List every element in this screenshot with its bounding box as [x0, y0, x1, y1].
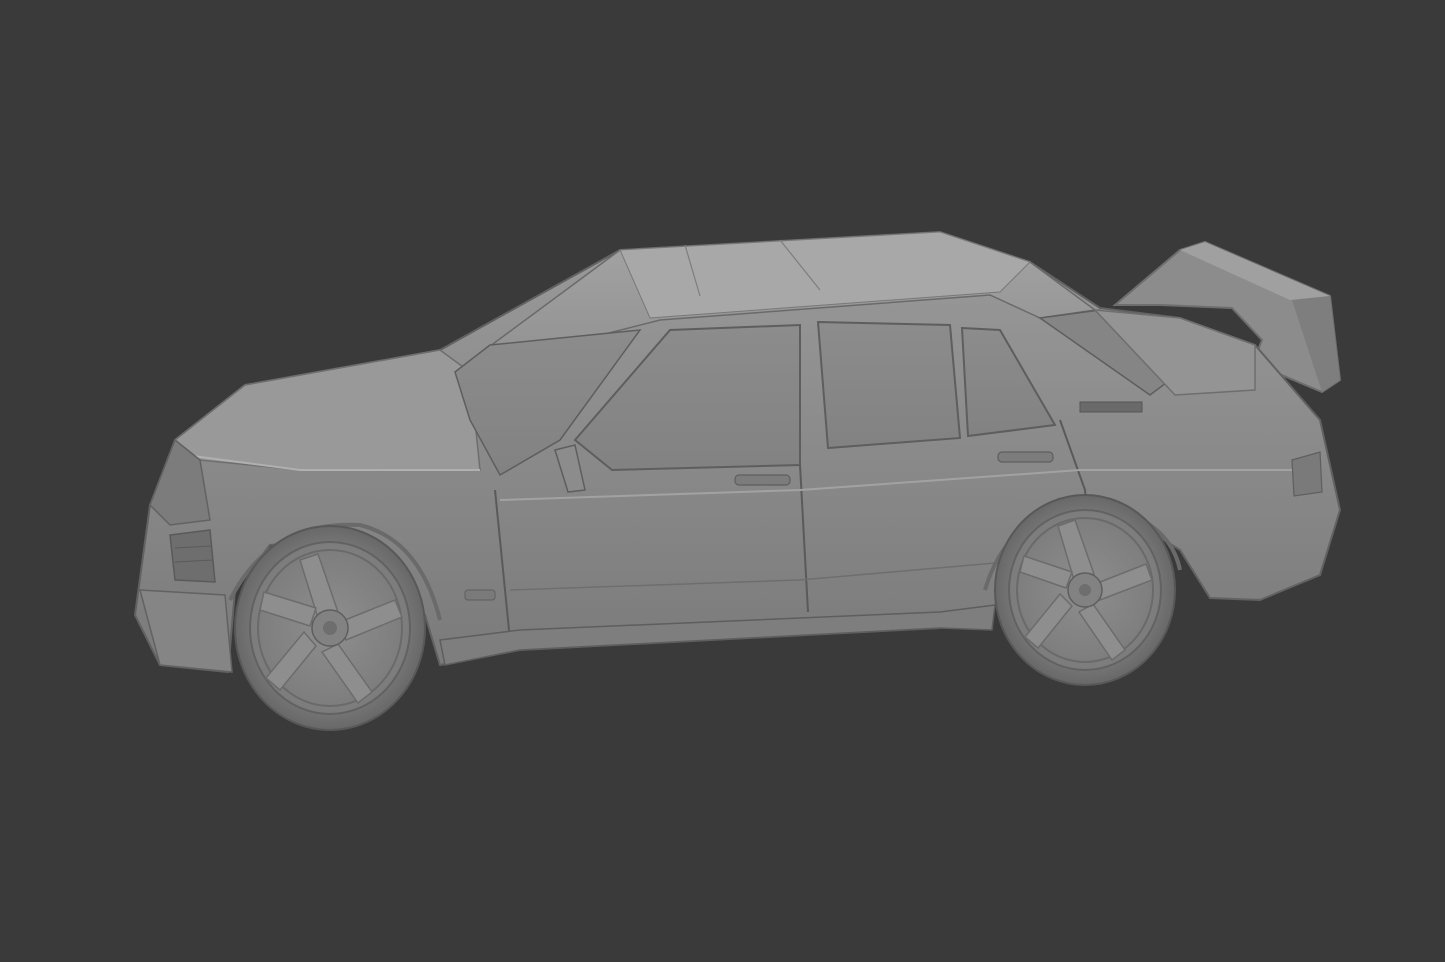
front-wheel: [234, 525, 426, 731]
car-model-icon[interactable]: [0, 0, 1445, 962]
rear-wheel: [994, 494, 1176, 686]
3d-viewport[interactable]: [0, 0, 1445, 962]
